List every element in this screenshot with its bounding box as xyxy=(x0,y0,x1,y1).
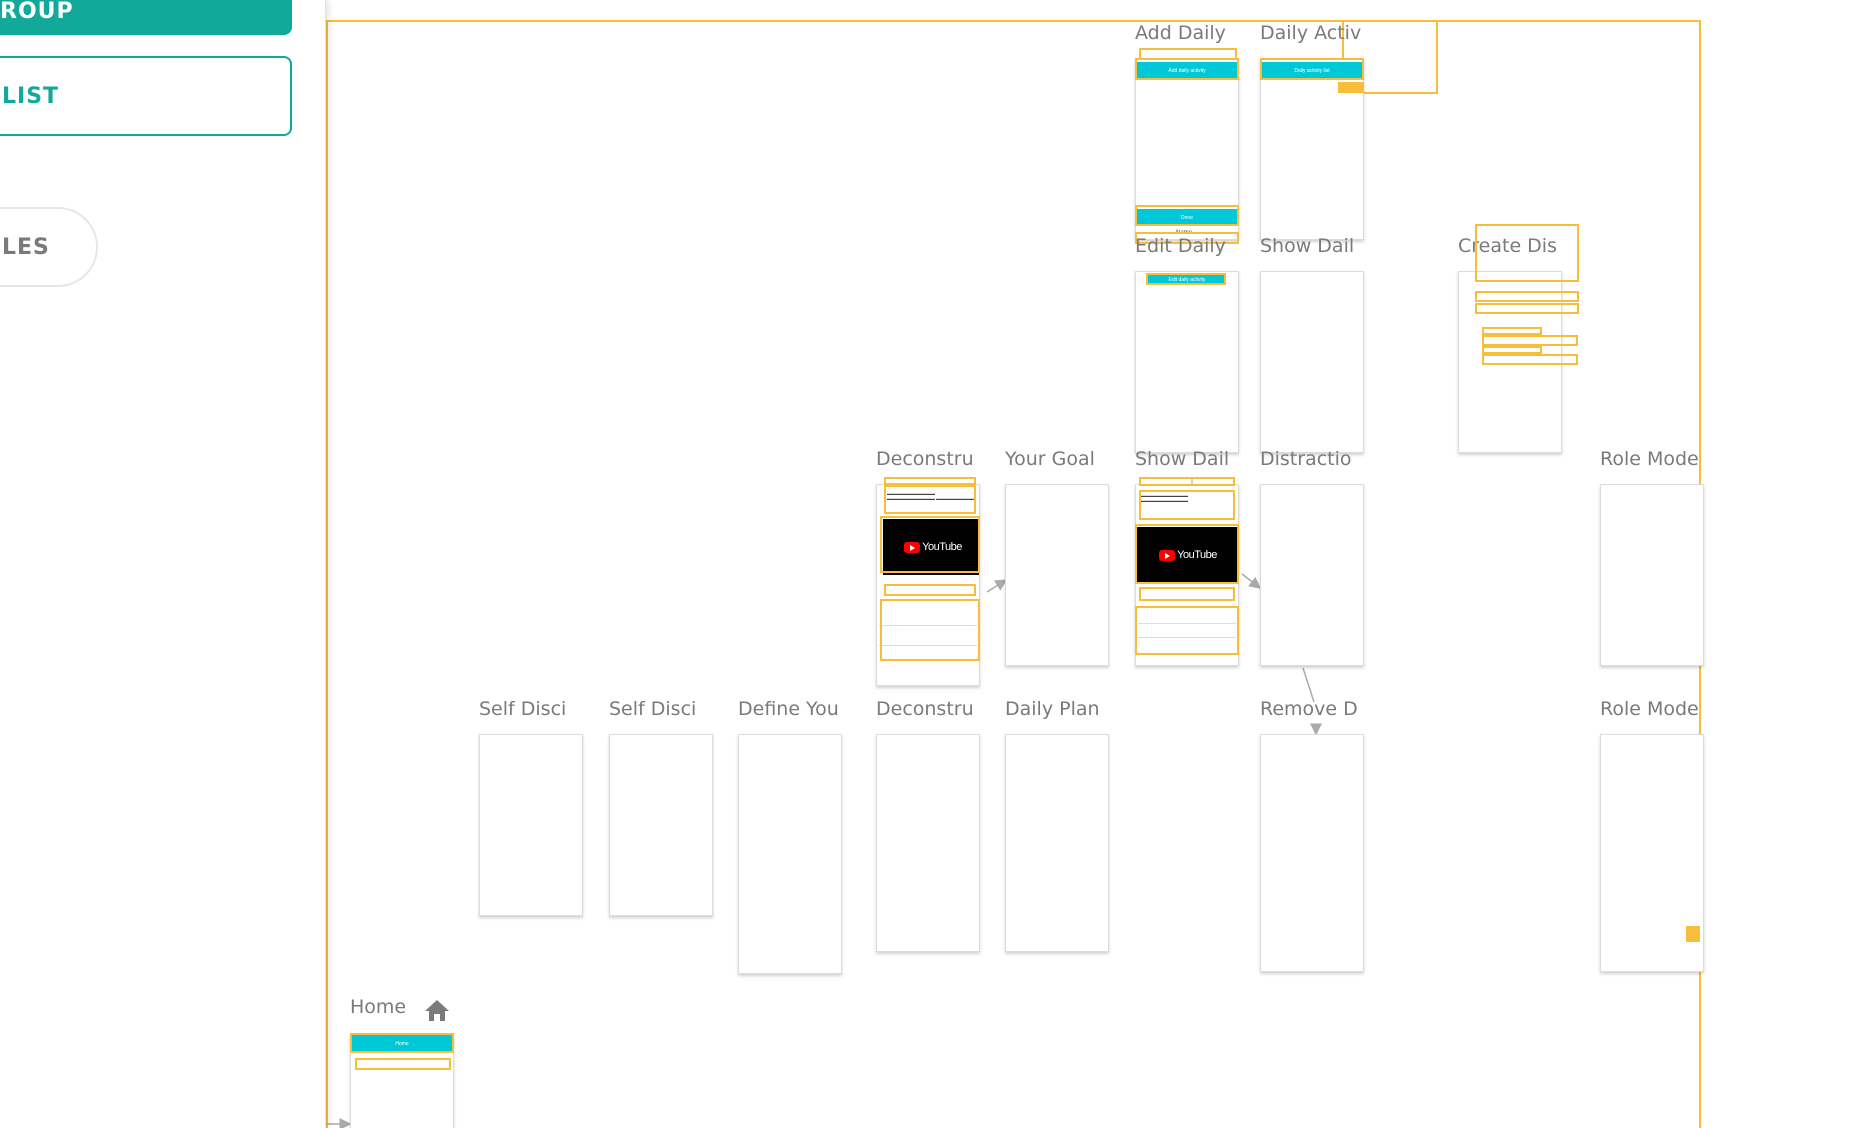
screen-label-distractio: Distractio xyxy=(1260,448,1352,470)
highlight-box xyxy=(355,1058,451,1070)
screen-self-disci-2[interactable] xyxy=(609,734,713,916)
screen-label-define-you: Define You xyxy=(738,698,839,720)
screen-label-remove-d: Remove D xyxy=(1260,698,1358,720)
highlight-box xyxy=(1135,606,1239,655)
highlight-box xyxy=(1475,291,1579,302)
selection-handle[interactable] xyxy=(1338,82,1364,93)
screen-edit-daily[interactable]: Edit daily activity xyxy=(1135,271,1239,453)
highlight-box xyxy=(1482,354,1578,365)
resize-handle[interactable] xyxy=(1686,926,1700,942)
home-icon xyxy=(425,1000,449,1021)
screen-role-mode-top[interactable] xyxy=(1600,484,1704,666)
screen-label-show-dail-mid: Show Dail xyxy=(1135,448,1230,470)
highlight-box xyxy=(1139,587,1235,601)
screen-show-dail-top[interactable] xyxy=(1260,271,1364,453)
highlight-box xyxy=(1482,335,1578,346)
les-button[interactable]: LES xyxy=(0,207,98,287)
highlight-box xyxy=(1135,58,1239,80)
highlight-box xyxy=(880,516,980,573)
screen-label-deconstru-top: Deconstru xyxy=(876,448,974,470)
highlight-box xyxy=(1482,346,1542,354)
highlight-box xyxy=(1139,477,1235,486)
screen-label-home: Home xyxy=(350,996,407,1018)
screen-label-add-daily: Add Daily xyxy=(1135,22,1226,44)
left-panel: ROUP LIST LES xyxy=(0,0,326,1128)
screen-label-daily-activ: Daily Activ xyxy=(1260,22,1362,44)
screen-label-self-disci-2: Self Disci xyxy=(609,698,697,720)
highlight-box xyxy=(1475,303,1579,314)
screen-deconstru-bottom[interactable] xyxy=(876,734,980,952)
highlight-box xyxy=(1139,490,1235,520)
highlight-box xyxy=(350,1033,454,1053)
screen-remove-d[interactable] xyxy=(1260,734,1364,972)
list-button[interactable]: LIST xyxy=(0,56,292,136)
highlight-box xyxy=(884,584,976,596)
highlight-box xyxy=(880,599,980,661)
screen-label-role-mode-bottom: Role Mode xyxy=(1600,698,1699,720)
group-button[interactable]: ROUP xyxy=(0,0,292,35)
highlight-box xyxy=(1135,205,1239,226)
screen-self-disci-1[interactable] xyxy=(479,734,583,916)
highlight-box xyxy=(884,485,976,514)
screen-label-your-goal: Your Goal xyxy=(1005,448,1095,470)
highlight-box xyxy=(1482,327,1542,335)
flow-canvas[interactable]: Add Daily Add daily activity Done Name D… xyxy=(326,0,1864,1128)
screen-label-role-mode-top: Role Mode xyxy=(1600,448,1699,470)
highlight-box xyxy=(1260,58,1364,80)
highlight-box xyxy=(1146,273,1226,285)
screen-distractio[interactable] xyxy=(1260,484,1364,666)
screen-label-deconstru-bottom: Deconstru xyxy=(876,698,974,720)
screen-daily-plan[interactable] xyxy=(1005,734,1109,952)
screen-define-you[interactable] xyxy=(738,734,842,974)
highlight-box xyxy=(1135,524,1239,584)
screen-label-edit-daily: Edit Daily xyxy=(1135,235,1226,257)
screen-label-daily-plan: Daily Plan xyxy=(1005,698,1100,720)
highlight-box xyxy=(1475,224,1579,282)
screen-your-goal[interactable] xyxy=(1005,484,1109,666)
screen-label-show-dail-top: Show Dail xyxy=(1260,235,1355,257)
highlight-box xyxy=(884,477,976,485)
screen-label-self-disci-1: Self Disci xyxy=(479,698,567,720)
